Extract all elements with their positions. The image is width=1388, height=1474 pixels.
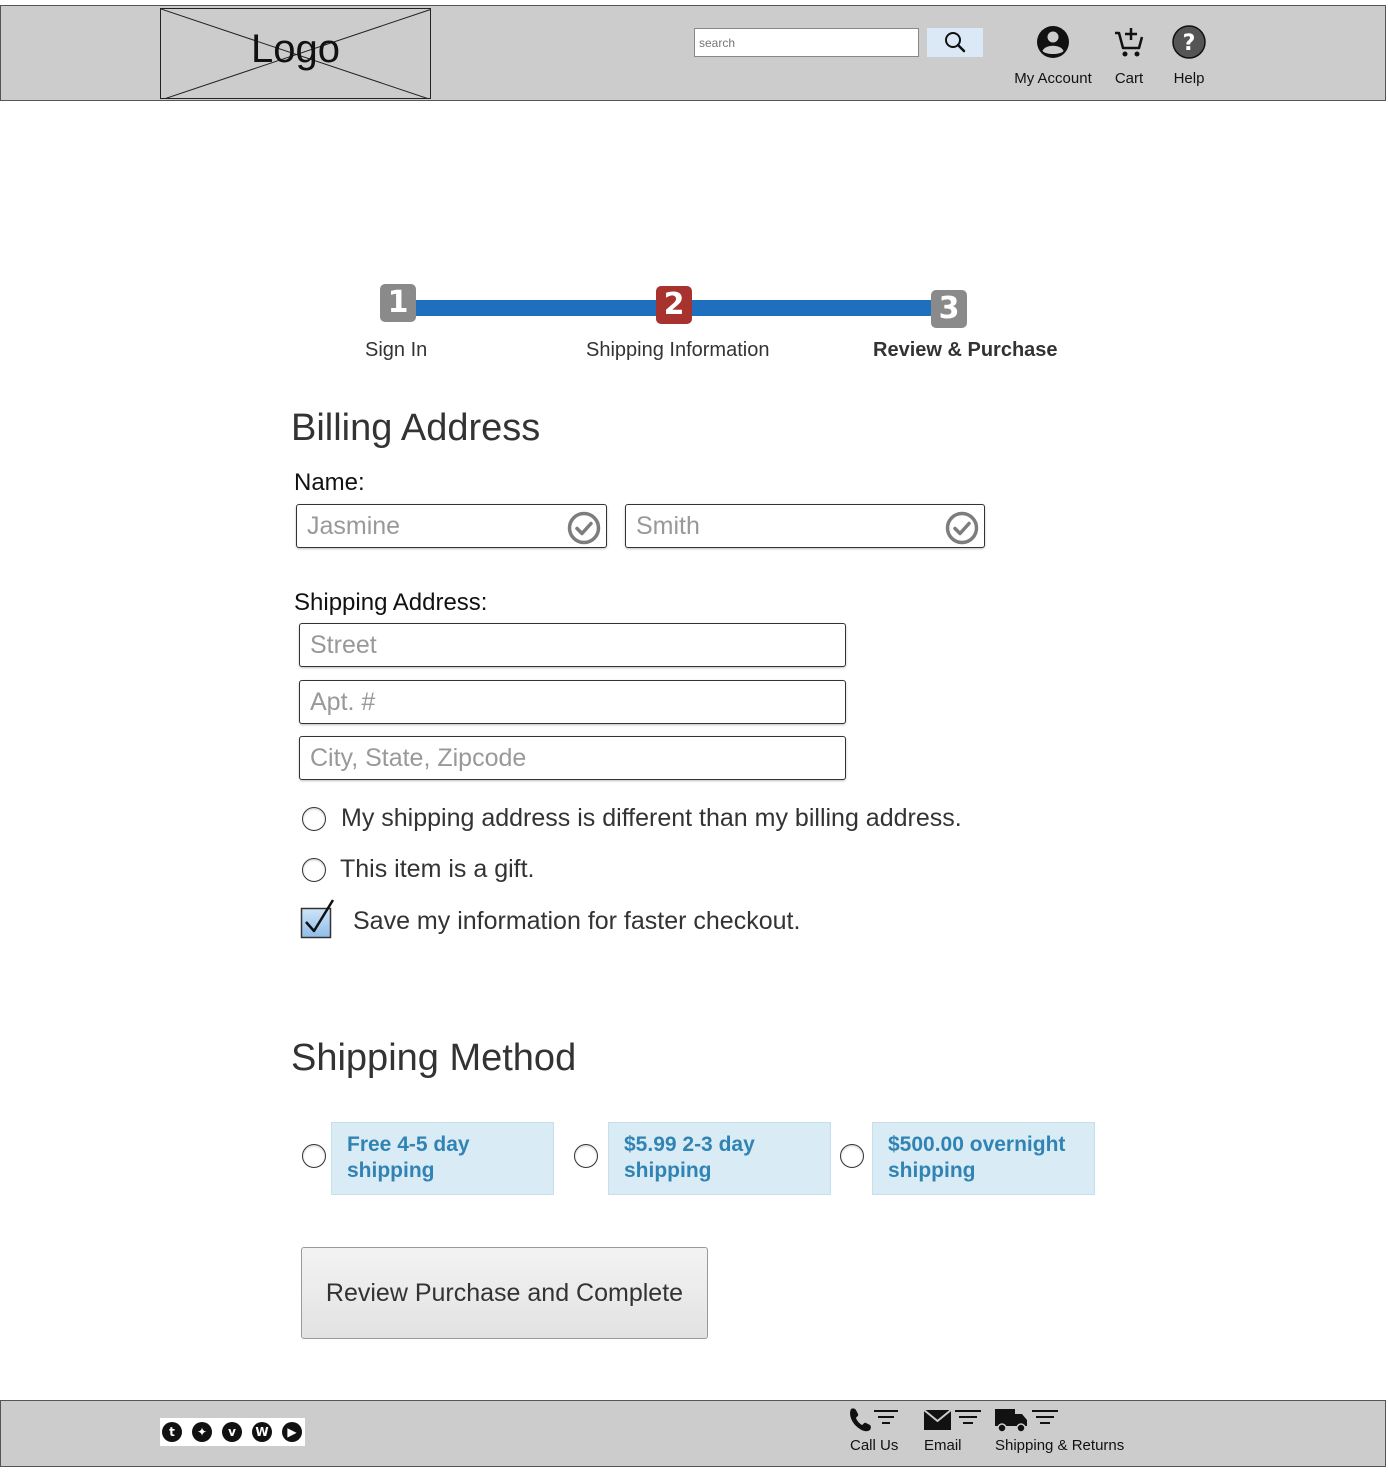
gift-label: This item is a gift. bbox=[340, 855, 535, 883]
shipping-option-overnight[interactable]: $500.00 overnight shipping bbox=[872, 1122, 1095, 1195]
city-state-zip-field bbox=[299, 736, 846, 780]
search-input[interactable] bbox=[694, 28, 919, 57]
vimeo-icon[interactable]: v bbox=[222, 1422, 242, 1442]
tumblr-icon[interactable]: t bbox=[162, 1422, 182, 1442]
apt-input[interactable] bbox=[300, 681, 845, 723]
street-input[interactable] bbox=[300, 624, 845, 666]
progress-bar-segment-2 bbox=[688, 300, 938, 316]
nav-help-label: Help bbox=[1173, 70, 1205, 87]
nav-cart[interactable]: Cart bbox=[1106, 22, 1152, 92]
nav-help[interactable]: ? Help bbox=[1164, 22, 1214, 92]
step-2-label: Shipping Information bbox=[586, 339, 770, 361]
city-state-zip-input[interactable] bbox=[300, 737, 845, 779]
footer-call-us-label: Call Us bbox=[850, 1437, 899, 1454]
logo-placeholder[interactable]: Logo bbox=[160, 8, 431, 99]
save-info-checkbox[interactable] bbox=[300, 898, 336, 940]
nav-my-account-label: My Account bbox=[1014, 70, 1092, 87]
gift-radio[interactable] bbox=[302, 858, 326, 882]
shipping-method-title: Shipping Method bbox=[291, 1037, 577, 1079]
wordpress-icon[interactable]: W bbox=[252, 1422, 272, 1442]
shipping-option-free-radio[interactable] bbox=[302, 1144, 326, 1168]
step-3-number: 3 bbox=[931, 290, 967, 328]
phone-icon bbox=[850, 1408, 898, 1432]
youtube-icon[interactable]: ▶ bbox=[282, 1422, 302, 1442]
step-1-number: 1 bbox=[380, 284, 416, 322]
truck-icon bbox=[995, 1409, 1058, 1433]
review-purchase-button[interactable]: Review Purchase and Complete bbox=[301, 1247, 708, 1339]
apt-field bbox=[299, 680, 846, 724]
name-label: Name: bbox=[294, 469, 365, 496]
footer-call-us[interactable]: Call Us bbox=[848, 1406, 902, 1458]
footer-email-label: Email bbox=[924, 1437, 962, 1454]
shipping-option-standard[interactable]: $5.99 2-3 day shipping bbox=[608, 1122, 831, 1195]
social-links: t ✦ v W ▶ bbox=[160, 1418, 305, 1446]
footer-shipping-returns-label: Shipping & Returns bbox=[995, 1437, 1125, 1454]
shipping-option-free[interactable]: Free 4-5 day shipping bbox=[331, 1122, 554, 1195]
envelope-icon bbox=[923, 1409, 981, 1430]
checkmark-icon bbox=[300, 899, 335, 939]
different-address-radio[interactable] bbox=[302, 807, 326, 831]
check-circle-icon bbox=[567, 511, 601, 545]
search-button[interactable] bbox=[927, 28, 983, 57]
twitter-icon[interactable]: ✦ bbox=[192, 1422, 212, 1442]
cart-add-icon bbox=[1115, 28, 1144, 57]
svg-text:?: ? bbox=[1183, 31, 1196, 56]
footer-shipping-returns[interactable]: Shipping & Returns bbox=[994, 1406, 1129, 1458]
step-3-label: Review & Purchase bbox=[873, 339, 1058, 361]
shipping-option-overnight-radio[interactable] bbox=[840, 1144, 864, 1168]
different-address-label: My shipping address is different than my… bbox=[341, 804, 962, 832]
save-info-label: Save my information for faster checkout. bbox=[353, 907, 801, 935]
footer-email[interactable]: Email bbox=[923, 1406, 983, 1458]
search-icon bbox=[945, 32, 966, 53]
step-1-label: Sign In bbox=[365, 339, 428, 361]
progress-bar-segment-1 bbox=[412, 300, 662, 316]
help-circle-icon: ? bbox=[1172, 25, 1206, 59]
first-name-field bbox=[296, 504, 607, 548]
shipping-option-standard-radio[interactable] bbox=[574, 1144, 598, 1168]
nav-my-account[interactable]: My Account bbox=[1010, 22, 1096, 92]
street-field bbox=[299, 623, 846, 667]
billing-address-title: Billing Address bbox=[291, 407, 541, 449]
check-circle-icon bbox=[945, 511, 979, 545]
shipping-address-label: Shipping Address: bbox=[294, 589, 488, 616]
first-name-input[interactable] bbox=[297, 505, 545, 547]
nav-cart-label: Cart bbox=[1114, 70, 1144, 87]
last-name-input[interactable] bbox=[626, 505, 913, 547]
last-name-field bbox=[625, 504, 985, 548]
account-circle-icon bbox=[1037, 26, 1069, 58]
logo-text: Logo bbox=[251, 27, 340, 71]
step-2-number: 2 bbox=[656, 286, 692, 324]
